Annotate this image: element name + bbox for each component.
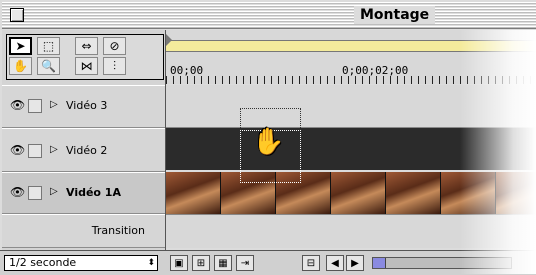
clip-frame[interactable] — [496, 172, 536, 214]
lock-box[interactable] — [28, 144, 42, 158]
clip-frame[interactable] — [166, 172, 221, 214]
montage-window: Montage ➤ ⬚ ⇔ ⊘ ✋ 🔍 ⋈ ⫶ 👁 ▷ Vidéo 3 👁 ▷ … — [0, 0, 536, 275]
work-area-bar[interactable] — [166, 40, 536, 52]
zoom-tool-icon[interactable]: 🔍 — [37, 57, 60, 75]
track-header-transition[interactable]: Transition — [2, 214, 165, 248]
scroll-right-button[interactable]: ▶ — [346, 255, 364, 271]
marquee-tool-icon[interactable]: ⬚ — [37, 37, 60, 55]
toggle-track-height-button[interactable]: ⊟ — [302, 255, 320, 271]
track-label: Vidéo 1A — [66, 186, 121, 199]
razor-tool-icon[interactable]: ⊘ — [103, 37, 126, 55]
eye-icon[interactable]: 👁 — [10, 98, 25, 112]
eye-icon[interactable]: 👁 — [10, 143, 25, 157]
track-header-panel: ➤ ⬚ ⇔ ⊘ ✋ 🔍 ⋈ ⫶ 👁 ▷ Vidéo 3 👁 ▷ Vidéo 2 … — [2, 30, 166, 274]
close-box[interactable] — [10, 8, 24, 22]
expand-triangle-icon[interactable]: ▷ — [50, 186, 58, 197]
toggle-edge-button[interactable]: ⇥ — [236, 255, 254, 271]
work-area-marker-icon[interactable] — [166, 34, 172, 46]
track-header-video-1a[interactable]: 👁 ▷ Vidéo 1A — [2, 172, 165, 214]
track-label: Vidéo 3 — [66, 99, 108, 112]
track-header-video-2[interactable]: 👁 ▷ Vidéo 2 — [2, 128, 165, 172]
clip-frame[interactable] — [331, 172, 386, 214]
in-out-tool-icon[interactable]: ⫶ — [103, 57, 126, 75]
scroll-left-button[interactable]: ◀ — [326, 255, 344, 271]
track-options-button[interactable]: ▣ — [170, 255, 188, 271]
toggle-snap-button[interactable]: ⊞ — [192, 255, 210, 271]
track-label: Transition — [91, 224, 145, 237]
time-unit-popup[interactable]: 1/2 seconde ⬍ — [4, 255, 158, 271]
expand-triangle-icon[interactable]: ▷ — [50, 144, 58, 155]
track-area-video-1a[interactable] — [166, 172, 536, 214]
track-label: Vidéo 2 — [66, 144, 108, 157]
window-title: Montage — [354, 6, 436, 24]
horizontal-scrollbar[interactable] — [372, 257, 512, 269]
lock-box[interactable] — [28, 186, 42, 200]
expand-triangle-icon[interactable]: ▷ — [50, 99, 58, 110]
track-select-tool-icon[interactable]: ⇔ — [75, 37, 98, 55]
eye-icon[interactable]: 👁 — [10, 185, 25, 199]
track-header-video-3[interactable]: 👁 ▷ Vidéo 3 — [2, 85, 165, 128]
track-area-video-3[interactable] — [166, 85, 536, 128]
track-area-video-2[interactable] — [166, 128, 536, 170]
clip-frame[interactable] — [441, 172, 496, 214]
title-bar[interactable]: Montage — [2, 2, 536, 29]
toolbox: ➤ ⬚ ⇔ ⊘ ✋ 🔍 ⋈ ⫶ — [6, 34, 164, 80]
toggle-shift-button[interactable]: ▦ — [214, 255, 232, 271]
selection-tool-icon[interactable]: ➤ — [9, 37, 32, 55]
time-unit-value: 1/2 seconde — [9, 256, 77, 269]
track-area-transition[interactable] — [166, 214, 536, 248]
bottom-bar: 1/2 seconde ⬍ ▣ ⊞ ▦ ⇥ ⊟ ◀ ▶ — [0, 250, 536, 275]
clip-frame[interactable] — [386, 172, 441, 214]
time-ruler[interactable]: 00;00 0;00;02;00 — [166, 30, 536, 84]
ruler-ticks — [166, 76, 536, 84]
hand-cursor-icon: ✋ — [252, 127, 285, 157]
lock-box[interactable] — [28, 99, 42, 113]
hand-tool-icon[interactable]: ✋ — [9, 57, 32, 75]
scrollbar-thumb[interactable] — [373, 258, 386, 268]
popup-arrow-icon: ⬍ — [147, 258, 155, 268]
link-tool-icon[interactable]: ⋈ — [75, 57, 98, 75]
